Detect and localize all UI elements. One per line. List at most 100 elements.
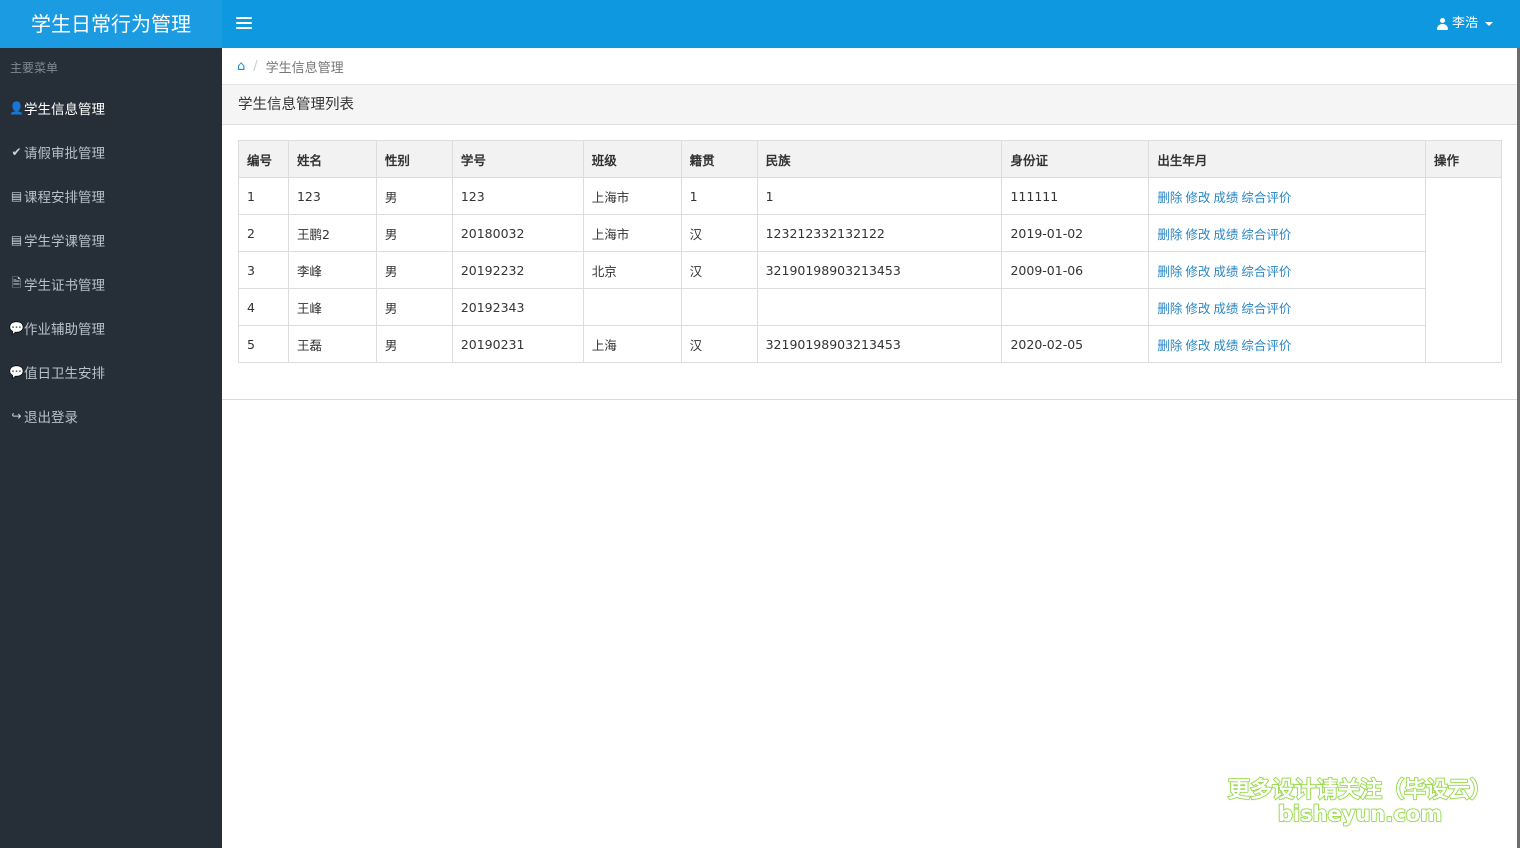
comments-icon: 💬 bbox=[9, 321, 24, 335]
delete-link[interactable]: 删除 bbox=[1157, 264, 1182, 279]
column-header: 籍贯 bbox=[680, 140, 758, 178]
delete-link[interactable]: 删除 bbox=[1157, 301, 1182, 316]
cell-actions: 删除 修改 成绩 综合评价 bbox=[1148, 251, 1427, 289]
sidebar-item-1[interactable]: ✔ 请假审批管理 bbox=[0, 130, 222, 174]
sidebar-item-6[interactable]: 💬 值日卫生安排 bbox=[0, 350, 222, 394]
cell-actions: 删除 修改 成绩 综合评价 bbox=[1148, 288, 1427, 326]
delete-link[interactable]: 删除 bbox=[1157, 338, 1182, 353]
cell-ethnicity: 32190198903213453 bbox=[756, 325, 1003, 363]
book-icon: ▤ bbox=[10, 189, 23, 203]
watermark-line1: 更多设计请关注（毕设云） bbox=[1227, 777, 1493, 804]
column-header: 操作 bbox=[1425, 140, 1502, 178]
sidebar-item-label: 请假审批管理 bbox=[24, 146, 105, 162]
cell-gender: 男 bbox=[375, 325, 453, 363]
cell-name: 王磊 bbox=[287, 325, 377, 363]
main-content: ⌂ / 学生信息管理 学生信息管理列表 编号 姓名 性别 学号 班级 籍贯 民族 身份证 出生年… bbox=[222, 48, 1518, 848]
table-row: 4 王峰男 20192343 删除 修改 成绩 综合评价 bbox=[238, 288, 1502, 326]
evaluation-link[interactable]: 综合评价 bbox=[1241, 264, 1291, 279]
table-row: 2 王鹏2 男 20180032 上海市汉 123212332132122 2019-01-… bbox=[238, 214, 1502, 252]
cell-class: 上海 bbox=[582, 325, 682, 363]
column-header: 身份证 bbox=[1001, 140, 1150, 178]
watermark: 更多设计请关注（毕设云） bisheyun.com bbox=[1227, 772, 1493, 827]
caret-down-icon bbox=[1485, 22, 1493, 26]
delete-link[interactable]: 删除 bbox=[1157, 227, 1182, 242]
cell-name: 李峰 bbox=[287, 251, 377, 289]
cell-id: 2 bbox=[238, 214, 289, 252]
table-row: 5 王磊男 20190231 上海汉 32190198903213453 2020-02-… bbox=[238, 325, 1502, 363]
home-icon[interactable]: ⌂ bbox=[237, 59, 245, 74]
top-navbar: 学生日常行为管理 李浩 bbox=[0, 0, 1520, 48]
comments-icon: 💬 bbox=[9, 365, 24, 379]
operations-column-cell bbox=[1425, 177, 1502, 363]
cell-native-place bbox=[680, 288, 758, 326]
cell-ethnicity: 32190198903213453 bbox=[756, 251, 1003, 289]
cell-student-no: 20192343 bbox=[451, 288, 584, 326]
sidebar-item-label: 课程安排管理 bbox=[24, 190, 105, 206]
sidebar-item-label: 退出登录 bbox=[24, 410, 78, 426]
edit-link[interactable]: 修改 bbox=[1185, 301, 1210, 316]
sidebar-item-0[interactable]: 👤 学生信息管理 bbox=[0, 86, 222, 130]
evaluation-link[interactable]: 综合评价 bbox=[1241, 301, 1291, 316]
sidebar-item-3[interactable]: ▤ 学生学课管理 bbox=[0, 218, 222, 262]
sidebar-item-4[interactable]: 🗎 学生证书管理 bbox=[0, 262, 222, 306]
cell-gender: 男 bbox=[375, 214, 453, 252]
sidebar-item-label: 学生学课管理 bbox=[24, 234, 105, 250]
hamburger-icon bbox=[236, 17, 252, 19]
sidebar-item-2[interactable]: ▤ 课程安排管理 bbox=[0, 174, 222, 218]
table-row: 3 李峰男 20192232 北京汉 32190198903213453 2009-01-… bbox=[238, 251, 1502, 289]
user-dropdown[interactable]: 李浩 bbox=[1436, 0, 1493, 48]
sidebar-item-7[interactable]: ↪ 退出登录 bbox=[0, 394, 222, 438]
sidebar-item-label: 值日卫生安排 bbox=[24, 366, 105, 382]
edit-link[interactable]: 修改 bbox=[1185, 190, 1210, 205]
cell-ethnicity bbox=[756, 288, 1003, 326]
cell-native-place: 汉 bbox=[680, 325, 758, 363]
cell-id-card: 2019-01-02 bbox=[1001, 214, 1150, 252]
user-icon: 👤 bbox=[9, 101, 24, 115]
column-header: 班级 bbox=[582, 140, 682, 178]
cell-student-no: 20190231 bbox=[451, 325, 584, 363]
sidebar-item-label: 学生证书管理 bbox=[24, 278, 105, 294]
sidebar-heading: 主要菜单 bbox=[10, 61, 59, 75]
user-name: 李浩 bbox=[1451, 16, 1478, 31]
grades-link[interactable]: 成绩 bbox=[1213, 338, 1238, 353]
cell-student-no: 20180032 bbox=[451, 214, 584, 252]
delete-link[interactable]: 删除 bbox=[1157, 190, 1182, 205]
grades-link[interactable]: 成绩 bbox=[1213, 264, 1238, 279]
cell-native-place: 汉 bbox=[680, 251, 758, 289]
cell-student-no: 20192232 bbox=[451, 251, 584, 289]
cell-id-card bbox=[1001, 288, 1150, 326]
student-table: 编号 姓名 性别 学号 班级 籍贯 民族 身份证 出生年月 操作 1 123 男 123 上海市 1 1 111… bbox=[238, 140, 1502, 363]
cell-name: 123 bbox=[287, 177, 377, 215]
edit-link[interactable]: 修改 bbox=[1185, 338, 1210, 353]
edit-link[interactable]: 修改 bbox=[1185, 227, 1210, 242]
watermark-line2: bisheyun.com bbox=[1277, 801, 1443, 827]
cell-native-place: 汉 bbox=[680, 214, 758, 252]
file-word-icon: 🗎 bbox=[11, 275, 22, 290]
panel-title: 学生信息管理列表 bbox=[222, 85, 1517, 125]
grades-link[interactable]: 成绩 bbox=[1213, 190, 1238, 205]
sidebar-item-label: 学生信息管理 bbox=[24, 102, 105, 118]
cell-id: 4 bbox=[238, 288, 289, 326]
menu-toggle-button[interactable] bbox=[236, 14, 252, 34]
sidebar-item-5[interactable]: 💬 作业辅助管理 bbox=[0, 306, 222, 350]
evaluation-link[interactable]: 综合评价 bbox=[1241, 227, 1291, 242]
cell-gender: 男 bbox=[375, 251, 453, 289]
sidebar: 主要菜单 👤 学生信息管理 ✔ 请假审批管理 ▤ 课程安排管理 ▤ 学生学课管理 🗎 学生证书管理… bbox=[0, 48, 222, 848]
column-header: 性别 bbox=[375, 140, 453, 178]
grades-link[interactable]: 成绩 bbox=[1213, 227, 1238, 242]
app-title[interactable]: 学生日常行为管理 bbox=[0, 0, 222, 48]
evaluation-link[interactable]: 综合评价 bbox=[1241, 190, 1291, 205]
user-icon bbox=[1436, 18, 1448, 30]
cell-class bbox=[582, 288, 682, 326]
breadcrumb: ⌂ / 学生信息管理 bbox=[222, 48, 1518, 85]
cell-actions: 删除 修改 成绩 综合评价 bbox=[1148, 325, 1427, 363]
cell-id-card: 2020-02-05 bbox=[1001, 325, 1150, 363]
grades-link[interactable]: 成绩 bbox=[1213, 301, 1238, 316]
share-icon: ↪ bbox=[11, 409, 22, 423]
edit-link[interactable]: 修改 bbox=[1185, 264, 1210, 279]
cell-gender: 男 bbox=[375, 177, 453, 215]
breadcrumb-separator: / bbox=[253, 58, 258, 74]
evaluation-link[interactable]: 综合评价 bbox=[1241, 338, 1291, 353]
column-header: 学号 bbox=[451, 140, 584, 178]
breadcrumb-current: 学生信息管理 bbox=[265, 60, 344, 76]
